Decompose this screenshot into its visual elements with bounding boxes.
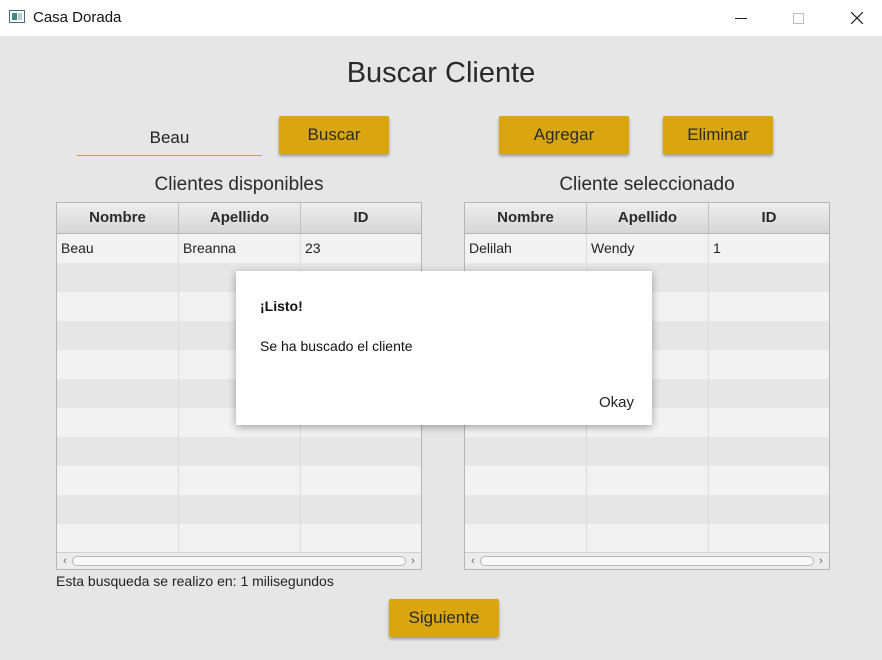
- maximize-button[interactable]: [775, 0, 821, 36]
- table-header: Nombre Apellido ID: [465, 203, 829, 234]
- empty-row: [57, 524, 421, 553]
- cell-apellido: Wendy: [587, 234, 709, 263]
- minimize-icon: [735, 17, 747, 19]
- column-header-apellido[interactable]: Apellido: [179, 203, 301, 233]
- empty-row: [465, 495, 829, 524]
- column-header-apellido[interactable]: Apellido: [587, 203, 709, 233]
- cell-id: 23: [305, 240, 321, 256]
- column-header-id[interactable]: ID: [301, 203, 421, 233]
- delete-button[interactable]: Eliminar: [663, 116, 773, 154]
- scrollbar-thumb[interactable]: [480, 556, 814, 566]
- dialog-ok-button[interactable]: Okay: [599, 394, 634, 411]
- cell-id: 1: [713, 240, 721, 256]
- dialog-title: ¡Listo!: [260, 298, 303, 314]
- page-title: Buscar Cliente: [346, 57, 536, 89]
- search-time-status: Esta busqueda se realizo en: 1 milisegun…: [56, 573, 334, 589]
- column-header-nombre[interactable]: Nombre: [465, 203, 587, 233]
- scroll-left-icon[interactable]: ‹: [466, 553, 480, 569]
- search-button[interactable]: Buscar: [279, 116, 389, 154]
- scroll-right-icon[interactable]: ›: [406, 553, 420, 569]
- title-bar: Casa Dorada: [0, 0, 882, 36]
- add-button[interactable]: Agregar: [499, 116, 629, 154]
- empty-row: [465, 437, 829, 466]
- close-icon: [851, 12, 863, 24]
- column-header-nombre[interactable]: Nombre: [57, 203, 179, 233]
- next-button[interactable]: Siguiente: [389, 599, 499, 637]
- empty-row: [465, 524, 829, 553]
- selected-client-heading: Cliente seleccionado: [559, 174, 735, 195]
- scrollbar-thumb[interactable]: [72, 556, 406, 566]
- cell-nombre: Beau: [57, 234, 179, 263]
- scroll-right-icon[interactable]: ›: [814, 553, 828, 569]
- minimize-button[interactable]: [718, 0, 764, 36]
- dialog-message: Se ha buscado el cliente: [260, 338, 413, 354]
- close-button[interactable]: [834, 0, 880, 36]
- horizontal-scrollbar[interactable]: ‹ ›: [465, 552, 829, 569]
- cell-nombre: Delilah: [465, 234, 587, 263]
- table-row[interactable]: Beau Breanna 23: [57, 234, 421, 263]
- column-header-id[interactable]: ID: [709, 203, 829, 233]
- empty-row: [465, 466, 829, 495]
- info-dialog: ¡Listo! Se ha buscado el cliente Okay: [236, 271, 652, 425]
- empty-row: [57, 466, 421, 495]
- cell-apellido: Breanna: [179, 234, 301, 263]
- horizontal-scrollbar[interactable]: ‹ ›: [57, 552, 421, 569]
- app-icon: [9, 10, 25, 23]
- table-row[interactable]: Delilah Wendy 1: [465, 234, 829, 263]
- available-clients-heading: Clientes disponibles: [154, 174, 324, 195]
- scroll-left-icon[interactable]: ‹: [58, 553, 72, 569]
- search-input[interactable]: [77, 120, 262, 156]
- empty-row: [57, 495, 421, 524]
- window-title: Casa Dorada: [33, 9, 122, 26]
- empty-row: [57, 437, 421, 466]
- maximize-icon: [792, 12, 804, 24]
- table-header: Nombre Apellido ID: [57, 203, 421, 234]
